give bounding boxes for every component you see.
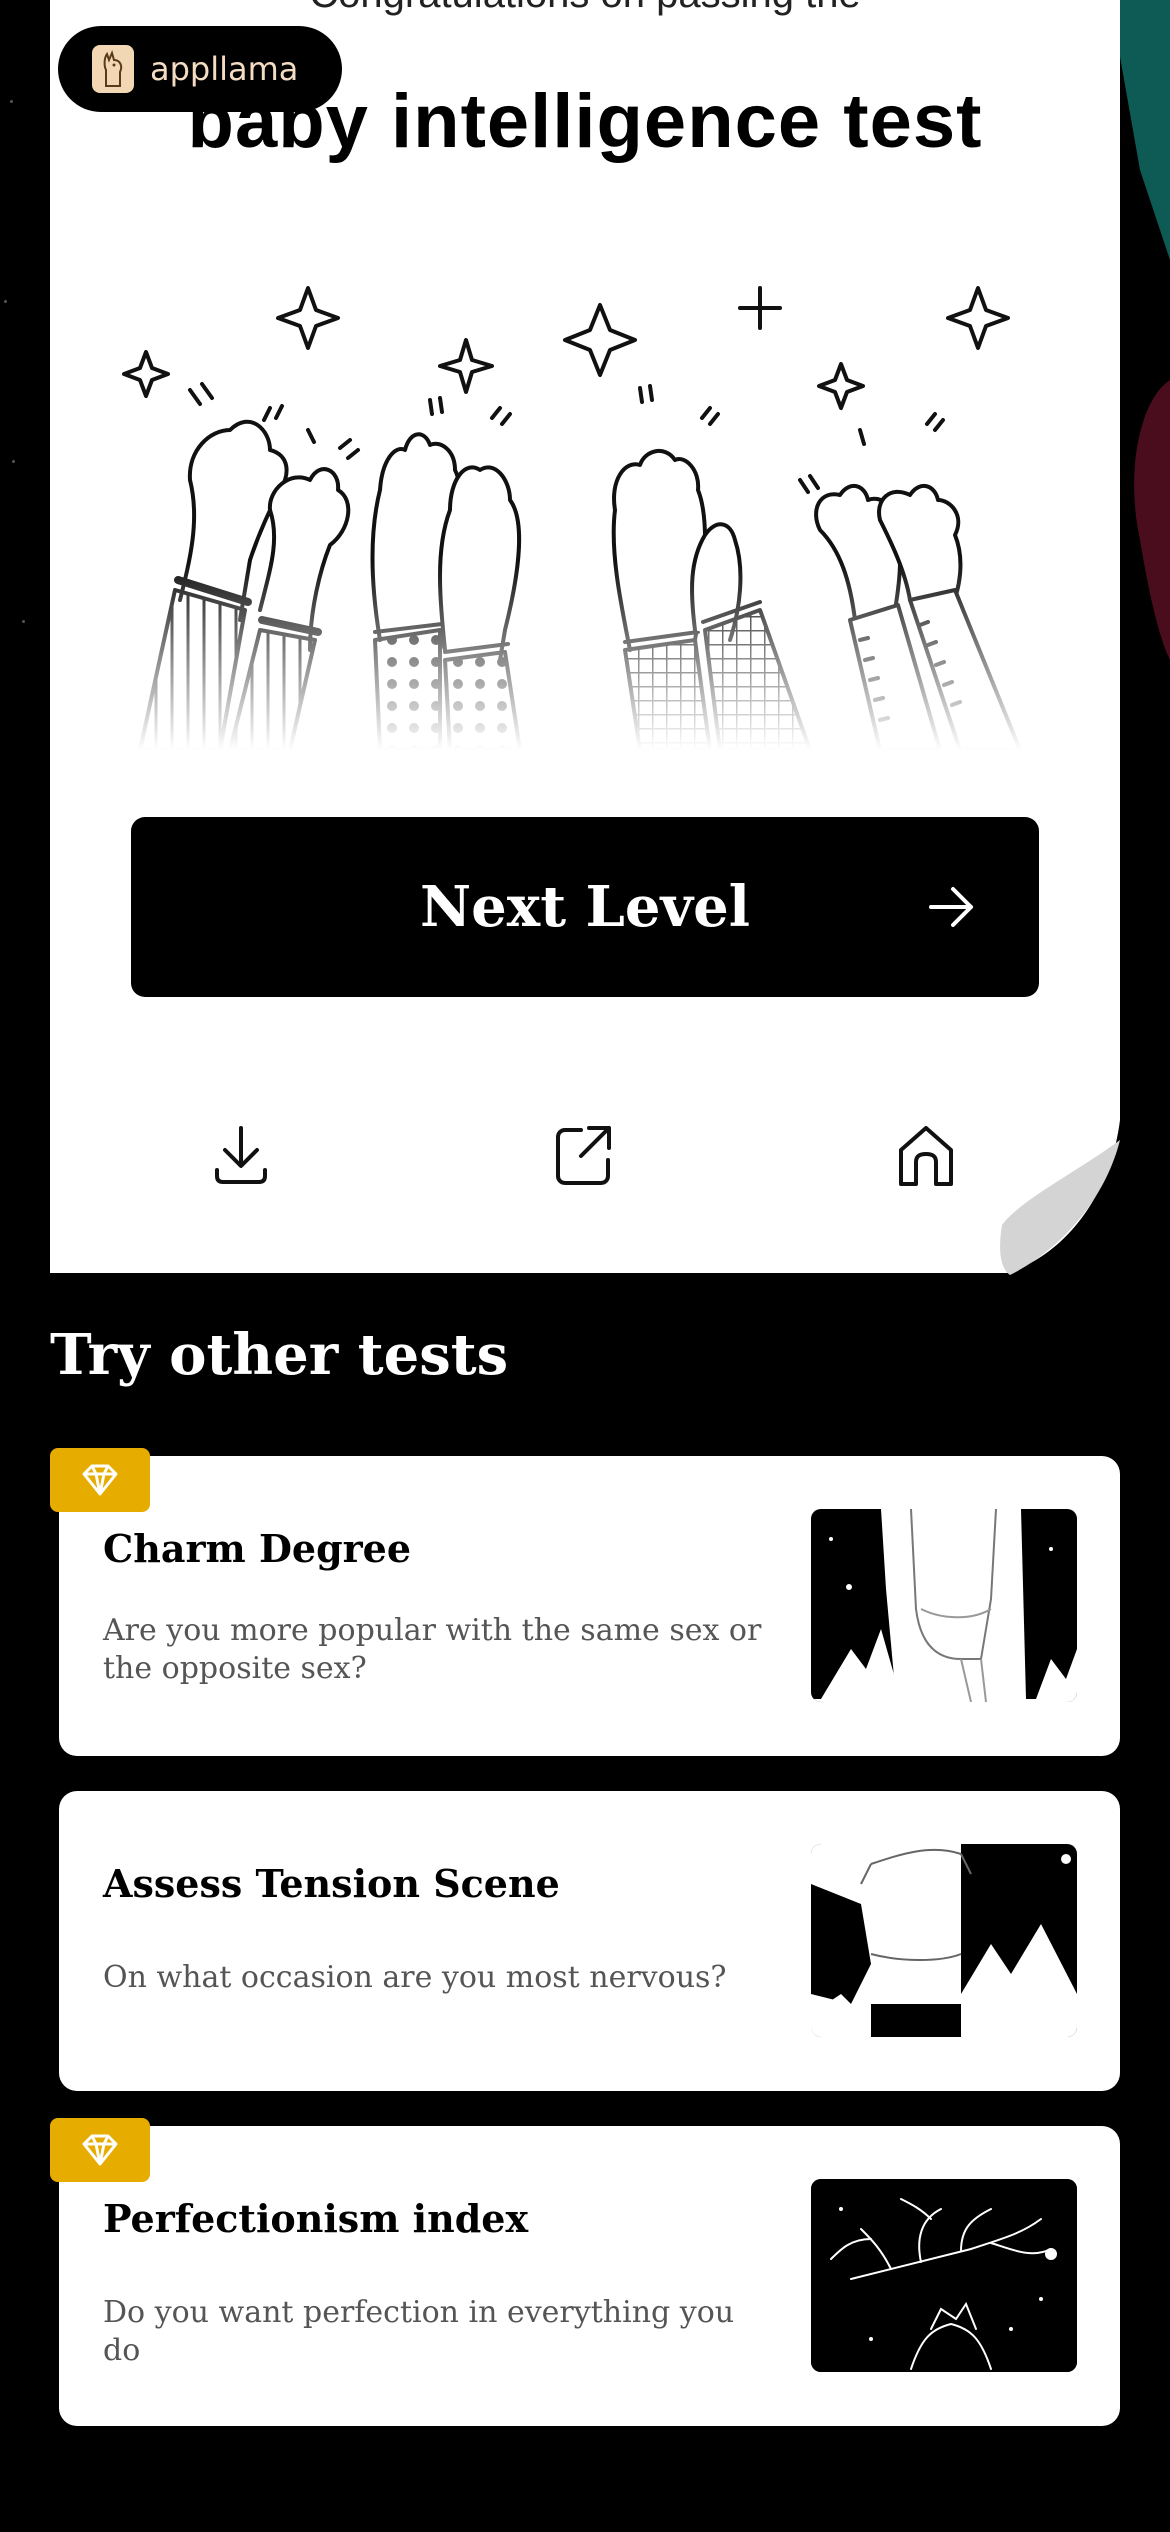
test-description: Do you want perfection in everything you… <box>103 2295 735 2368</box>
test-card-assess-tension-scene[interactable]: Assess Tension Scene On what occasion ar… <box>59 1791 1120 2091</box>
test-thumbnail <box>811 1509 1077 1702</box>
llama-icon <box>92 45 134 93</box>
test-name: Assess Tension Scene <box>103 1861 560 1906</box>
test-name: Charm Degree <box>103 1526 412 1571</box>
result-subtitle: Congratulations on passing the <box>50 0 1120 17</box>
app-logo: appllama <box>58 26 342 112</box>
premium-badge <box>50 1448 150 1512</box>
home-button[interactable] <box>896 1122 956 1188</box>
next-level-button[interactable]: Next Level <box>131 817 1039 997</box>
arrow-right-icon <box>929 887 973 927</box>
logo-text: appllama <box>150 50 299 88</box>
download-button[interactable] <box>211 1122 271 1188</box>
test-name: Perfectionism index <box>103 2196 529 2241</box>
test-description: On what occasion are you most nervous? <box>103 1960 727 1995</box>
other-tests-title: Try other tests <box>50 1322 509 1388</box>
test-thumbnail <box>811 1844 1077 2037</box>
share-button[interactable] <box>553 1122 613 1188</box>
diamond-icon <box>82 2134 118 2166</box>
test-card-perfectionism-index[interactable]: Perfectionism index Do you want perfecti… <box>59 2126 1120 2426</box>
share-icon <box>556 1126 611 1185</box>
home-icon <box>899 1126 953 1186</box>
premium-badge <box>50 2118 150 2182</box>
clapping-hands-illustration <box>120 280 1050 750</box>
diamond-icon <box>82 1464 118 1496</box>
test-description: Are you more popular with the same sex o… <box>103 1613 762 1686</box>
next-level-label: Next Level <box>419 874 750 940</box>
test-card-charm-degree[interactable]: Charm Degree Are you more popular with t… <box>59 1456 1120 1756</box>
test-thumbnail <box>811 2179 1077 2372</box>
download-icon <box>215 1126 267 1184</box>
